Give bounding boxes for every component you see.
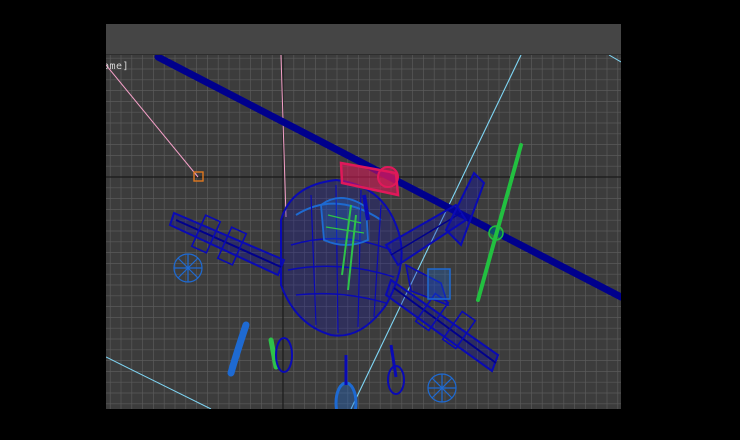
- screen: ome]: [0, 0, 740, 440]
- target-line: [106, 64, 199, 178]
- scene-svg: [106, 55, 621, 409]
- helicopter-model[interactable]: [168, 143, 523, 409]
- viewport-label[interactable]: ome]: [106, 61, 129, 73]
- viewport-window[interactable]: ome]: [106, 24, 621, 409]
- camera-line-left: [106, 356, 212, 409]
- viewport-header: [106, 24, 621, 55]
- viewport-canvas[interactable]: ome]: [106, 55, 621, 409]
